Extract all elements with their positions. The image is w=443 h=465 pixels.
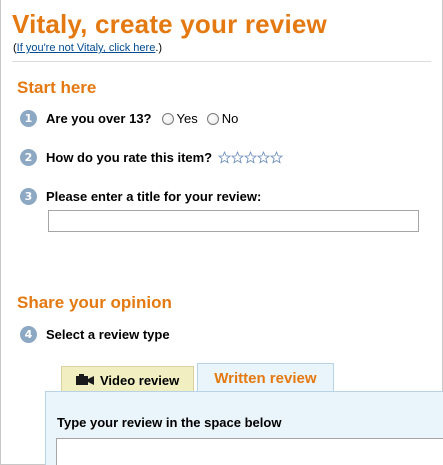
review-body-label: Type your review in the space below	[57, 415, 282, 430]
step-title: 3 Please enter a title for your review:	[20, 188, 261, 205]
written-review-panel: Type your review in the space below	[45, 391, 443, 465]
step-number-badge: 4	[20, 326, 37, 343]
star-icon[interactable]	[231, 151, 245, 164]
step-age: 1 Are you over 13? Yes No	[20, 110, 238, 127]
step-number-badge: 1	[20, 110, 37, 127]
age-question-label: Are you over 13?	[46, 111, 152, 126]
video-camera-icon	[76, 374, 94, 385]
age-no-radio[interactable]: No	[206, 111, 239, 126]
star-rating[interactable]	[218, 151, 284, 164]
step-number-badge: 2	[20, 149, 37, 166]
title-question-label: Please enter a title for your review:	[46, 189, 262, 204]
not-user-line: (If you're not Vitaly, click here.)	[13, 42, 162, 54]
star-icon[interactable]	[270, 151, 284, 164]
age-no-label: No	[221, 111, 239, 126]
step-review-type: 4 Select a review type	[20, 326, 170, 343]
tab-video-review[interactable]: Video review	[61, 366, 195, 393]
radio-circle-icon[interactable]	[161, 112, 174, 125]
header-divider	[12, 61, 431, 62]
rating-question-label: How do you rate this item?	[46, 150, 213, 165]
step-number-badge: 3	[20, 188, 37, 205]
review-body-textarea[interactable]	[56, 438, 443, 465]
section-title-opinion: Share your opinion	[17, 293, 172, 312]
review-type-label: Select a review type	[46, 327, 170, 342]
star-icon[interactable]	[218, 151, 232, 164]
step-rating: 2 How do you rate this item?	[20, 149, 284, 166]
page-title: Vitaly, create your review	[12, 9, 327, 39]
review-type-tabs: Video review Written review	[61, 363, 334, 393]
not-user-suffix: .)	[155, 42, 163, 54]
tab-video-label: Video review	[100, 372, 180, 388]
not-user-link[interactable]: If you're not Vitaly, click here	[17, 42, 156, 54]
star-icon[interactable]	[244, 151, 258, 164]
age-yes-radio[interactable]: Yes	[161, 111, 198, 126]
age-yes-label: Yes	[176, 111, 198, 126]
tab-written-label: Written review	[214, 370, 317, 387]
tab-written-review[interactable]: Written review	[197, 363, 334, 393]
radio-circle-icon[interactable]	[206, 112, 219, 125]
section-title-start: Start here	[17, 78, 97, 97]
review-title-input[interactable]	[48, 210, 419, 232]
star-icon[interactable]	[257, 151, 271, 164]
